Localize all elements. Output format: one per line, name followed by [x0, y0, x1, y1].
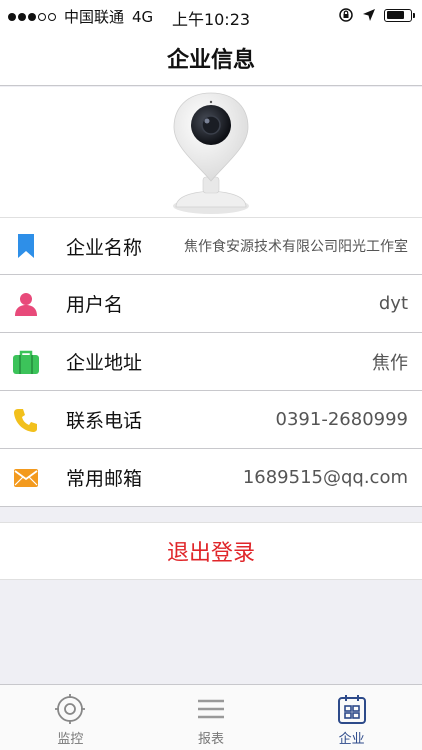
status-bar: 中国联通 4G 上午10:23 — [0, 0, 422, 30]
logout-label: 退出登录 — [166, 541, 255, 566]
row-username[interactable]: 用户名 dyt — [0, 275, 422, 333]
rotation-lock-icon — [339, 8, 353, 22]
tab-label: 监控 — [57, 732, 84, 747]
row-label: 企业名称 — [66, 236, 143, 259]
tab-company[interactable]: 企业 — [281, 685, 422, 750]
username-value: dyt — [378, 293, 408, 314]
report-icon — [198, 699, 224, 719]
phone-value: 0391-2680999 — [275, 409, 408, 430]
row-phone[interactable]: 联系电话 0391-2680999 — [0, 391, 422, 449]
company-info-list: 企业名称 焦作食安源技术有限公司阳光工作室 用户名 dyt 企业地址 焦作 联系… — [0, 217, 422, 507]
camera-image — [173, 92, 249, 214]
company-icon — [337, 695, 366, 724]
monitor-icon — [55, 694, 86, 724]
row-label: 联系电话 — [66, 410, 143, 432]
company-name-value: 焦作食安源技术有限公司阳光工作室 — [184, 239, 408, 255]
row-email[interactable]: 常用邮箱 1689515@qq.com — [0, 449, 422, 507]
tab-bar: 监控 报表 企业 — [0, 684, 422, 750]
row-label: 用户名 — [66, 294, 124, 316]
row-label: 企业地址 — [66, 352, 143, 374]
briefcase-icon — [12, 348, 40, 376]
row-label: 常用邮箱 — [66, 468, 143, 490]
user-icon — [12, 290, 40, 318]
tab-report[interactable]: 报表 — [141, 685, 282, 750]
nav-bar: 企业信息 — [0, 30, 422, 86]
logout-button[interactable]: 退出登录 — [0, 522, 422, 580]
mail-icon — [12, 464, 40, 492]
tab-monitor[interactable]: 监控 — [0, 685, 141, 750]
camera-banner — [0, 87, 422, 217]
location-arrow-icon — [363, 9, 375, 21]
row-company-address[interactable]: 企业地址 焦作 — [0, 333, 422, 391]
tab-label: 报表 — [198, 732, 225, 747]
row-company-name[interactable]: 企业名称 焦作食安源技术有限公司阳光工作室 — [0, 217, 422, 275]
tab-label: 企业 — [338, 732, 365, 747]
phone-icon — [12, 406, 40, 434]
email-value: 1689515@qq.com — [242, 467, 408, 488]
bookmark-icon — [12, 232, 40, 260]
page-title: 企业信息 — [166, 47, 255, 73]
address-value: 焦作 — [372, 352, 408, 374]
status-right — [338, 7, 415, 23]
battery-icon — [384, 8, 415, 22]
